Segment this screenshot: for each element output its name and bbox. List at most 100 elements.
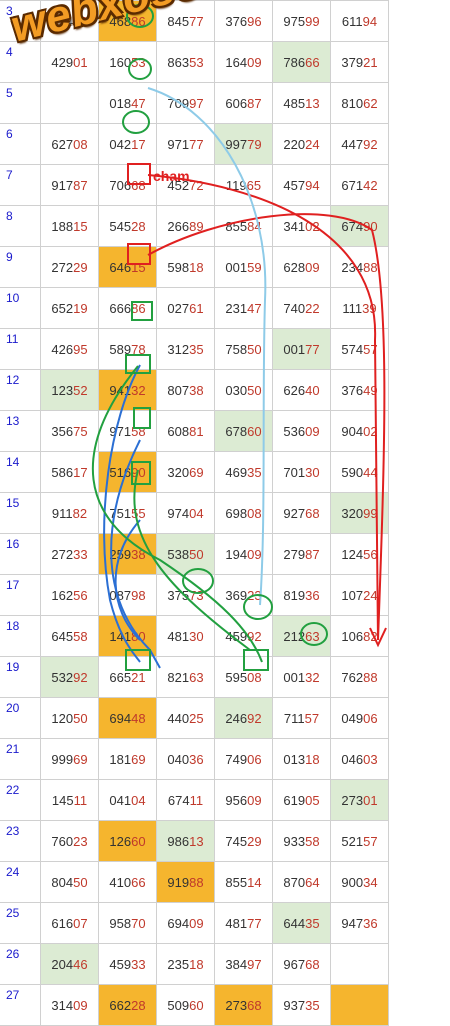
row-number: 24	[0, 861, 41, 903]
result-number: 91787	[51, 177, 88, 193]
result-number: 48513	[283, 95, 320, 111]
result-cell: 27368	[214, 984, 273, 1026]
row-number: 18	[0, 615, 41, 657]
result-cell: 53609	[272, 410, 331, 452]
table-row: 27 31409 66228 50960 27368 93735	[0, 984, 389, 1026]
result-number: 61607	[51, 915, 88, 931]
result-cell: 70997	[156, 82, 215, 124]
result-cell: 26689	[156, 205, 215, 247]
result-number: 01847	[109, 95, 146, 111]
result-cell: 16053	[98, 41, 157, 83]
result-cell: 31409	[40, 984, 99, 1026]
result-number: 03050	[225, 382, 262, 398]
result-number: 62640	[283, 382, 320, 398]
result-cell: 20446	[40, 943, 99, 985]
result-cell: 00132	[272, 656, 331, 698]
result-cell: 60687	[214, 82, 273, 124]
result-number: 27233	[51, 546, 88, 562]
result-cell: 32099	[330, 492, 389, 534]
result-number: 96768	[283, 956, 320, 972]
result-cell: 58978	[98, 328, 157, 370]
row-number: 12	[0, 369, 41, 411]
table-row: 24 80450 41066 91988 85514 87064 90034	[0, 861, 389, 903]
result-cell: 65219	[40, 287, 99, 329]
result-number: 58617	[51, 464, 88, 480]
result-number: 04104	[109, 792, 146, 808]
table-row: 10 65219 66686 02761 23147 74022 11139	[0, 287, 389, 329]
result-cell: 32069	[156, 451, 215, 493]
result-cell: 57457	[330, 328, 389, 370]
result-number: 45933	[109, 956, 146, 972]
result-number: 50960	[167, 997, 204, 1013]
row-number: 8	[0, 205, 41, 247]
result-number: 14180	[109, 628, 146, 644]
result-number: 08798	[109, 587, 146, 603]
result-number: 37696	[225, 13, 262, 29]
result-number: 14511	[51, 792, 88, 808]
result-number: 16053	[109, 54, 146, 70]
result-number: 04906	[341, 710, 378, 726]
result-number: 32099	[341, 505, 378, 521]
result-cell: 59508	[214, 656, 273, 698]
result-number: 87064	[283, 874, 320, 890]
result-number: 70997	[167, 95, 204, 111]
result-number: 59818	[167, 259, 204, 275]
result-cell: 91988	[156, 861, 215, 903]
result-number: 57457	[341, 341, 378, 357]
table-row: 8 18815 54528 26689 85584 34102 67490	[0, 205, 389, 247]
result-number: 38497	[225, 956, 262, 972]
table-row: 14 58617 51690 32069 46935 70130 59044	[0, 451, 389, 493]
result-cell: 61905	[272, 779, 331, 821]
result-number: 00177	[283, 341, 320, 357]
result-cell: 81062	[330, 82, 389, 124]
result-number: 64615	[109, 259, 146, 275]
result-number: 32069	[167, 464, 204, 480]
result-cell: 74906	[214, 738, 273, 780]
result-cell: 04603	[330, 738, 389, 780]
result-number: 42901	[51, 54, 88, 70]
result-cell: 61194	[330, 0, 389, 42]
result-cell: 12660	[98, 820, 157, 862]
result-cell: 80738	[156, 369, 215, 411]
result-cell	[40, 82, 99, 124]
table-row: 9 27229 64615 59818 00159 62809 23488	[0, 246, 389, 288]
result-number: 97404	[167, 505, 204, 521]
result-number: 48130	[167, 628, 204, 644]
result-cell: 76023	[40, 820, 99, 862]
result-number: 00159	[225, 259, 262, 275]
result-number: 12660	[109, 833, 146, 849]
result-cell: 14180	[98, 615, 157, 657]
result-cell: 64435	[272, 902, 331, 944]
result-cell: 64558	[40, 615, 99, 657]
result-cell: 54528	[98, 205, 157, 247]
result-cell: 11139	[330, 287, 389, 329]
result-number: 61194	[341, 13, 378, 29]
result-number: 90402	[341, 423, 378, 439]
result-number: 62809	[283, 259, 320, 275]
result-number: 41066	[109, 874, 146, 890]
result-cell: 51690	[98, 451, 157, 493]
result-number: 91182	[51, 505, 88, 521]
result-number: 70668	[109, 177, 146, 193]
result-number: 48177	[225, 915, 262, 931]
result-cell: 48177	[214, 902, 273, 944]
row-number: 6	[0, 123, 41, 165]
result-cell: 67411	[156, 779, 215, 821]
table-row: 25 61607 95870 69409 48177 64435 94736	[0, 902, 389, 944]
result-number: 93735	[283, 997, 320, 1013]
result-cell: 27301	[330, 779, 389, 821]
result-number: 10724	[341, 587, 378, 603]
result-cell: 66228	[98, 984, 157, 1026]
table-row: 22 14511 04104 67411 95609 61905 27301	[0, 779, 389, 821]
row-number: 10	[0, 287, 41, 329]
row-number: 16	[0, 533, 41, 575]
result-number: 91988	[167, 874, 204, 890]
result-cell: 75850	[214, 328, 273, 370]
result-number: 94736	[341, 915, 378, 931]
result-number: 81062	[341, 95, 378, 111]
row-number: 9	[0, 246, 41, 288]
table-row: 5 01847 70997 60687 48513 81062	[0, 82, 389, 124]
result-number: 23147	[225, 300, 262, 316]
result-cell: 42901	[40, 41, 99, 83]
result-cell: 66521	[98, 656, 157, 698]
